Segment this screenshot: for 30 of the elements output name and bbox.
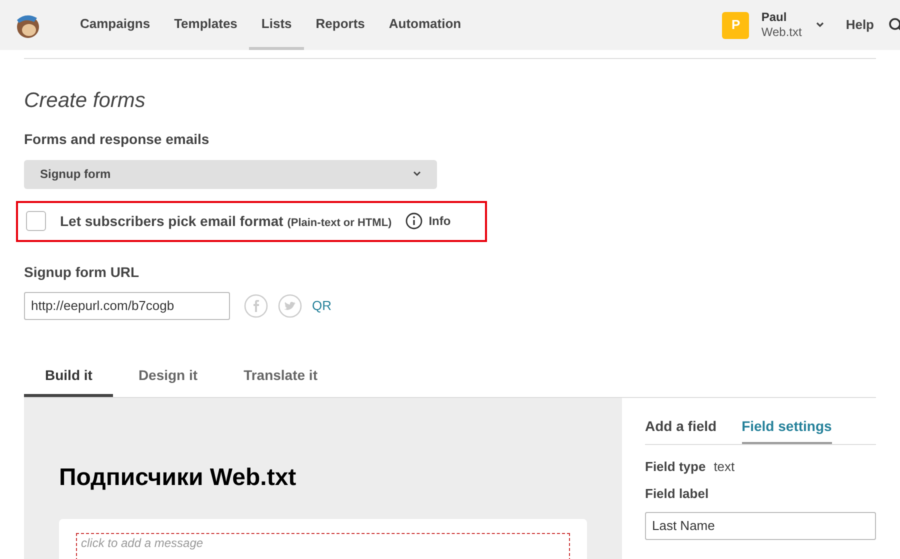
qr-link[interactable]: QR (312, 296, 332, 316)
checkbox[interactable] (26, 211, 46, 231)
nav-link[interactable]: Automation (376, 0, 474, 50)
form-select-dropdown[interactable]: Signup form (24, 160, 437, 188)
search-icon[interactable] (888, 17, 900, 33)
nav-link[interactable]: Templates (162, 0, 250, 50)
form-title: Подписчики Web.txt (59, 462, 298, 492)
chevron-down-icon (413, 171, 421, 177)
tab[interactable]: Translate it (222, 356, 338, 396)
account-name: Web.txt (761, 25, 802, 40)
nav-link[interactable]: Lists (249, 0, 304, 50)
tab[interactable]: Add a field (645, 416, 717, 444)
info-icon[interactable] (404, 212, 423, 230)
checkbox-label: Let subscribers pick email format (Plain-text or HTML) (60, 212, 392, 231)
field-label: Field label (645, 485, 710, 503)
tab[interactable]: Field settings (742, 416, 832, 444)
page-title: Create forms (24, 88, 146, 114)
help-link[interactable]: Help (846, 15, 874, 35)
field-label: Field type (645, 458, 706, 476)
user-name: Paul (761, 10, 788, 25)
info-link[interactable]: Info (428, 212, 451, 230)
nav-link[interactable]: Reports (304, 0, 377, 50)
field-label-input[interactable]: Last Name (645, 512, 876, 540)
field-type-value: text (714, 458, 735, 476)
nav-link[interactable]: Campaigns (68, 0, 162, 50)
url-input[interactable]: http://eepurl.com/b7cogb (24, 292, 230, 320)
chevron-down-icon[interactable] (816, 22, 824, 28)
tab[interactable]: Design it (117, 356, 219, 396)
field-label: Forms and response emails (24, 130, 210, 149)
field-label: Signup form URL (24, 262, 140, 282)
